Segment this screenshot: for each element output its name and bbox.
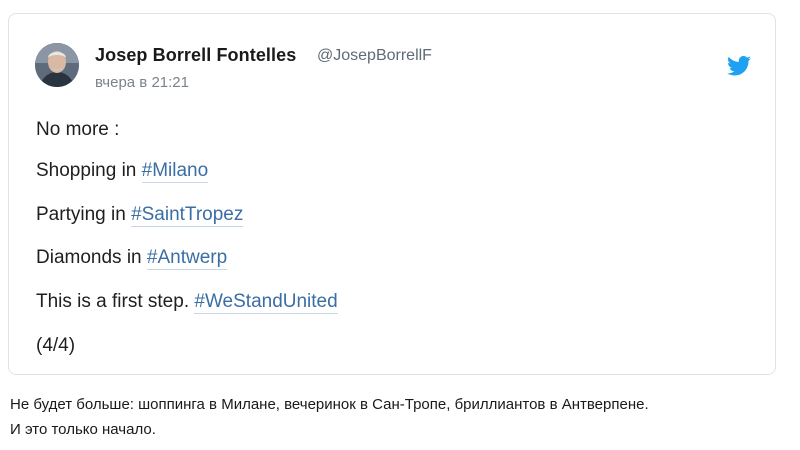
- hashtag-link[interactable]: #SaintTropez: [131, 204, 244, 227]
- tweet-text: Shopping in: [36, 160, 137, 181]
- tweet-text: This is a first step.: [36, 291, 190, 312]
- tweet-line-1: No more :: [36, 119, 119, 141]
- tweet-text: Partying in: [36, 204, 126, 225]
- caption-line-1: Не будет больше: шоппинга в Милане, вече…: [10, 396, 649, 413]
- author-avatar[interactable]: [35, 43, 79, 87]
- hashtag-link[interactable]: #Antwerp: [146, 247, 228, 270]
- author-handle[interactable]: @JosepBorrellF: [317, 47, 432, 65]
- hashtag-link[interactable]: #Milano: [141, 160, 209, 183]
- tweet-line-4: Diamonds in #Antwerp: [36, 247, 228, 270]
- tweet-text: (4/4): [36, 335, 76, 356]
- author-name[interactable]: Josep Borrell Fontelles: [95, 45, 296, 66]
- avatar-image: [35, 43, 79, 87]
- tweet-text: Diamonds in: [36, 247, 142, 268]
- tweet-line-2: Shopping in #Milano: [36, 160, 209, 183]
- tweet-line-5: This is a first step. #WeStandUnited: [36, 291, 338, 314]
- twitter-bird-icon[interactable]: [727, 56, 751, 76]
- tweet-timestamp[interactable]: вчера в 21:21: [95, 74, 189, 91]
- tweet-card: Josep Borrell Fontelles @JosepBorrellF в…: [8, 13, 776, 375]
- tweet-line-3: Partying in #SaintTropez: [36, 204, 244, 227]
- hashtag-link[interactable]: #WeStandUnited: [194, 291, 338, 314]
- caption-line-2: И это только начало.: [10, 421, 156, 438]
- tweet-line-6: (4/4): [36, 335, 75, 357]
- tweet-text: No more :: [36, 119, 120, 140]
